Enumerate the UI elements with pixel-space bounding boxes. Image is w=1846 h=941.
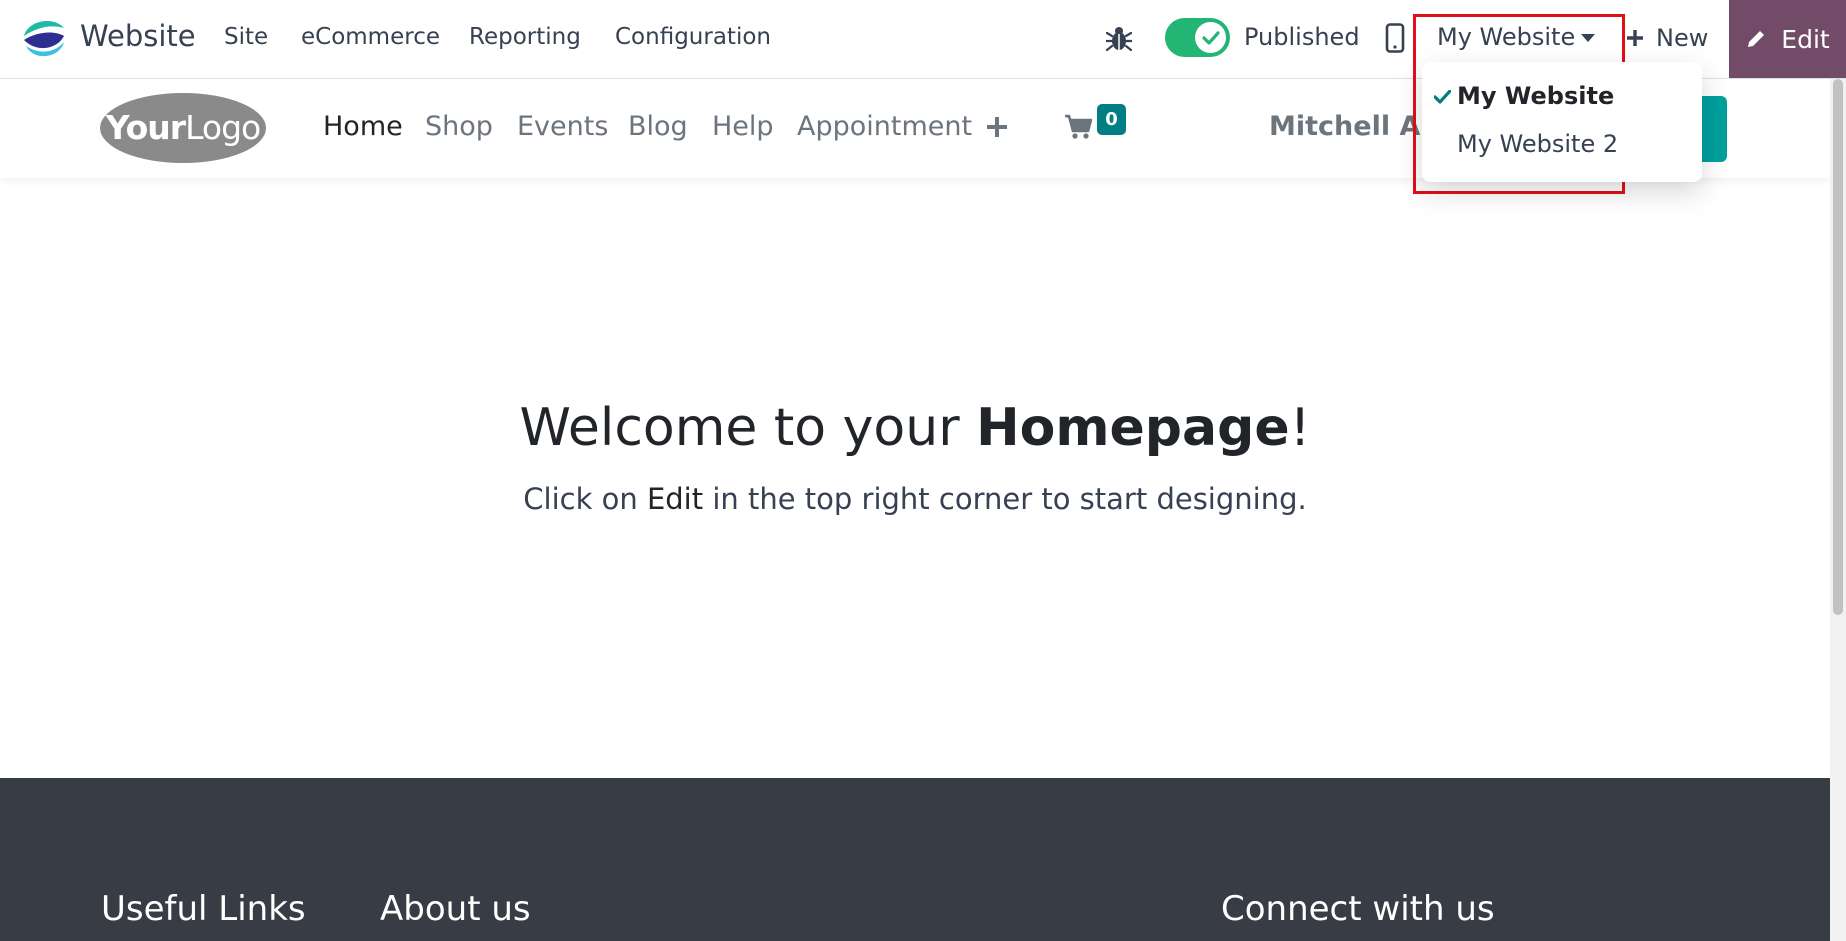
published-toggle[interactable] <box>1165 18 1230 57</box>
menu-ecommerce[interactable]: eCommerce <box>301 24 440 50</box>
hero-subtitle: Click on Edit in the top right corner to… <box>0 482 1830 516</box>
footer-heading-connect: Connect with us <box>1221 889 1495 929</box>
hero-title-prefix: Welcome to your <box>519 398 977 458</box>
plus-icon <box>1627 30 1643 46</box>
nav-shop[interactable]: Shop <box>425 111 493 142</box>
cart-icon[interactable] <box>1064 114 1092 140</box>
website-option-my-website-2[interactable]: My Website 2 <box>1457 130 1618 158</box>
edit-button-label: Edit <box>1781 24 1830 54</box>
footer-heading-about-us: About us <box>380 889 531 929</box>
hero-sub-suffix: in the top right corner to start designi… <box>703 482 1307 516</box>
your-logo[interactable]: YourLogo <box>99 92 267 164</box>
site-footer: Useful Links About us Connect with us <box>0 778 1830 941</box>
check-icon <box>1434 90 1451 104</box>
cart-count-badge: 0 <box>1097 104 1126 135</box>
scrollbar-thumb[interactable] <box>1833 79 1843 615</box>
hero-sub-prefix: Click on <box>523 482 647 516</box>
new-button-label: New <box>1656 24 1709 52</box>
bug-icon[interactable] <box>1106 24 1132 52</box>
svg-text:YourLogo: YourLogo <box>105 108 260 147</box>
nav-help[interactable]: Help <box>712 111 774 142</box>
hero-title: Welcome to your Homepage! <box>0 398 1830 458</box>
nav-events[interactable]: Events <box>517 111 608 142</box>
footer-heading-useful-links: Useful Links <box>101 889 306 929</box>
app-name[interactable]: Website <box>80 19 196 53</box>
hero-title-bold: Homepage <box>976 398 1290 458</box>
menu-configuration[interactable]: Configuration <box>615 24 771 50</box>
website-dropdown-menu: My Website My Website 2 <box>1422 62 1702 182</box>
published-label[interactable]: Published <box>1244 23 1360 51</box>
user-menu[interactable]: Mitchell Admin <box>1269 111 1421 142</box>
website-app-icon[interactable] <box>20 14 68 62</box>
edit-button[interactable]: Edit <box>1729 0 1846 78</box>
pencil-icon <box>1748 31 1765 47</box>
website-option-my-website[interactable]: My Website <box>1457 82 1614 110</box>
menu-reporting[interactable]: Reporting <box>469 24 581 50</box>
page-scrollbar[interactable] <box>1830 79 1846 941</box>
check-icon <box>1195 22 1226 53</box>
hero-sub-bold: Edit <box>646 482 704 516</box>
menu-site[interactable]: Site <box>224 24 268 50</box>
hero-title-suffix: ! <box>1289 398 1311 458</box>
nav-home[interactable]: Home <box>323 111 403 142</box>
new-button[interactable]: New <box>1626 20 1708 56</box>
mobile-preview-icon[interactable] <box>1385 23 1405 53</box>
nav-blog[interactable]: Blog <box>628 111 688 142</box>
add-menu-plus-icon[interactable] <box>985 115 1009 139</box>
nav-appointment[interactable]: Appointment <box>797 111 972 142</box>
